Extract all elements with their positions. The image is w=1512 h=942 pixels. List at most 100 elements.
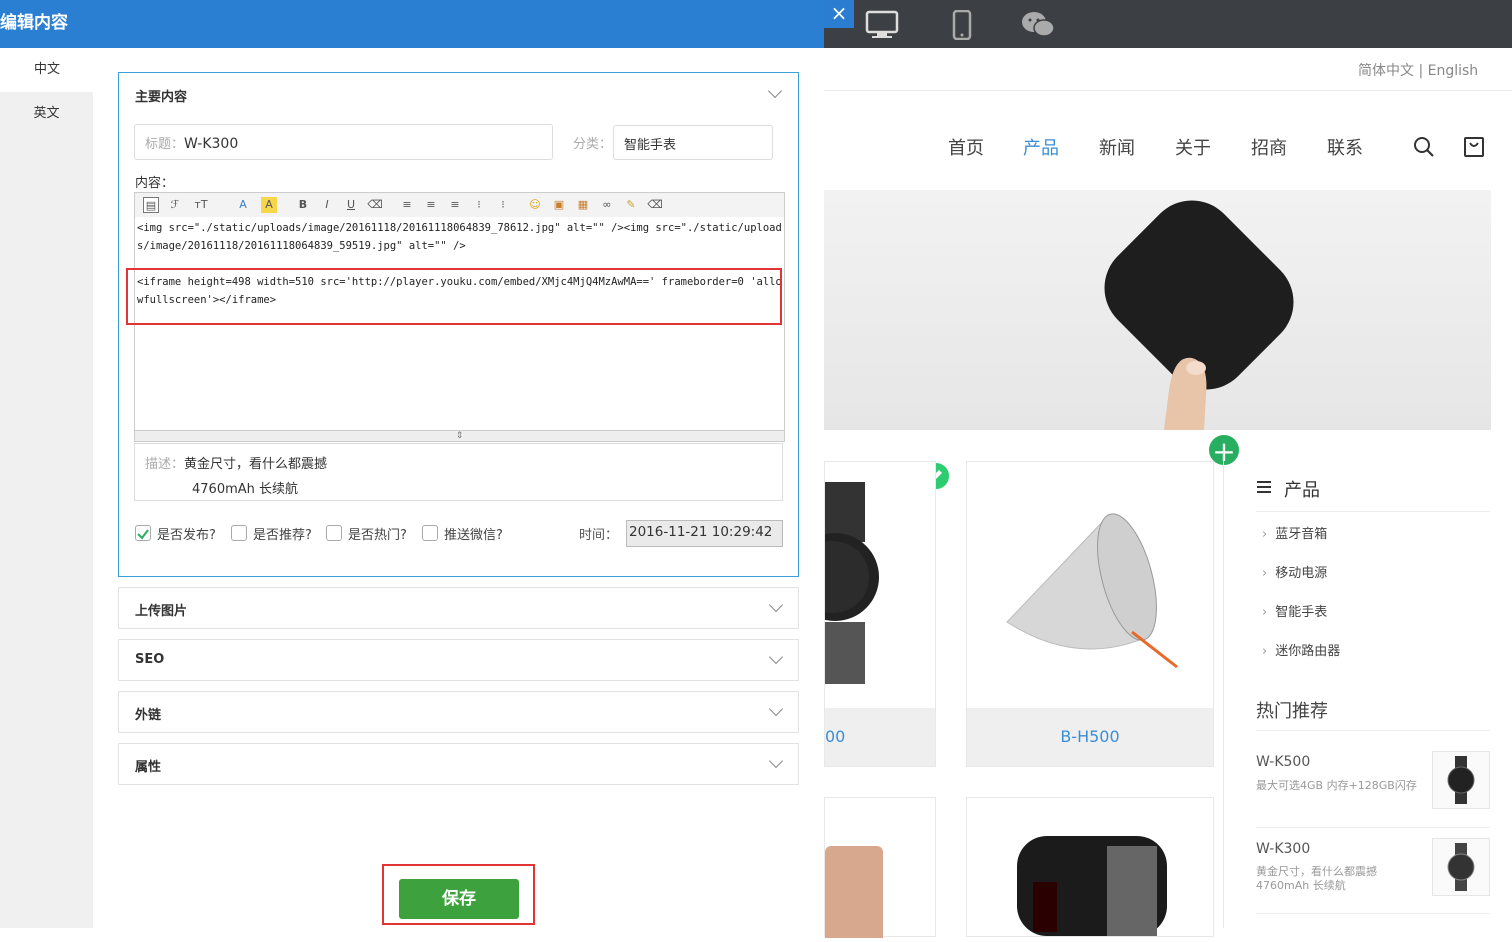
- eraser-icon[interactable]: ⌫: [367, 197, 383, 213]
- section-title: SEO: [135, 652, 165, 667]
- highlight-icon[interactable]: A: [261, 197, 277, 213]
- product-box-image: [1104, 200, 1294, 430]
- panel-title: 编辑内容: [0, 0, 824, 48]
- product-card[interactable]: [966, 797, 1214, 937]
- chevron-down-icon: [768, 597, 784, 613]
- wechat-checkbox[interactable]: [422, 525, 438, 541]
- menu-icon: [1257, 481, 1271, 493]
- nav-contact[interactable]: 联系: [1327, 134, 1363, 160]
- chevron-down-icon: [768, 753, 784, 769]
- publish-checkbox[interactable]: [135, 525, 151, 541]
- chevron-down-icon: [768, 649, 784, 665]
- divider: [824, 90, 1512, 91]
- font-color-icon[interactable]: A: [235, 197, 251, 213]
- highlight-box: [382, 864, 535, 925]
- hot-label: 是否热门?: [348, 528, 407, 543]
- template-icon[interactable]: ✎: [623, 197, 639, 213]
- recommend-checkbox[interactable]: [231, 525, 247, 541]
- ordered-list-icon[interactable]: ⁝: [471, 197, 487, 213]
- category-item[interactable]: › 迷你路由器: [1262, 640, 1340, 659]
- italic-icon[interactable]: I: [319, 197, 335, 213]
- product-card[interactable]: 00: [791, 461, 936, 767]
- category-item[interactable]: › 移动电源: [1262, 562, 1327, 581]
- category-label: 分类：: [573, 137, 613, 152]
- publish-label: 是否发布?: [157, 528, 216, 543]
- time-input[interactable]: 2016-11-21 10:29:42: [626, 520, 783, 547]
- underline-icon[interactable]: U: [343, 197, 359, 213]
- title-field[interactable]: 标题：W-K300: [134, 124, 553, 160]
- time-label: 时间：: [579, 528, 619, 543]
- align-center-icon[interactable]: ≡: [423, 197, 439, 213]
- desktop-icon[interactable]: [864, 10, 900, 40]
- watch-image: [791, 482, 879, 684]
- section-title: 上传图片: [135, 604, 188, 619]
- align-right-icon[interactable]: ≡: [447, 197, 463, 213]
- divider: [1223, 448, 1224, 928]
- wechat-label: 推送微信?: [444, 528, 503, 543]
- nav-home[interactable]: 首页: [948, 134, 984, 160]
- link-icon[interactable]: ∞: [599, 197, 615, 213]
- nav-about[interactable]: 关于: [1175, 134, 1211, 160]
- recommend-label: 是否推荐?: [253, 528, 312, 543]
- editor-toolbar: ▤ ℱ тT A A B I U ⌫ ≡ ≡ ≡ ⁝ ⁝ ☺ ▣ ▦ ∞ ✎ ⌫: [134, 192, 785, 218]
- chevron-down-icon: [768, 701, 784, 717]
- multi-image-icon[interactable]: ▦: [575, 197, 591, 213]
- section-upload-images[interactable]: 上传图片: [118, 587, 799, 629]
- resize-handle[interactable]: ⇕: [134, 430, 785, 442]
- language-switch[interactable]: 简体中文 | English: [1358, 60, 1478, 80]
- product-card[interactable]: B-H500: [966, 461, 1214, 767]
- section-title: 外链: [135, 708, 162, 723]
- highlight-box: [126, 268, 782, 325]
- bold-icon[interactable]: B: [295, 197, 311, 213]
- preview-toolbar: [824, 0, 1512, 48]
- hot-item-desc: 最大可选4GB 内存+128GB闪存: [1256, 779, 1417, 792]
- section-title[interactable]: 主要内容: [135, 86, 187, 105]
- band-image: [1017, 836, 1167, 936]
- hot-item-name[interactable]: W-K300: [1256, 841, 1310, 857]
- section-title: 属性: [135, 760, 162, 775]
- category-item[interactable]: › 智能手表: [1262, 601, 1327, 620]
- wechat-icon[interactable]: [1020, 10, 1056, 40]
- font-family-icon[interactable]: ℱ: [167, 197, 183, 213]
- nav-join[interactable]: 招商: [1251, 134, 1287, 160]
- emoji-icon[interactable]: ☺: [527, 197, 543, 213]
- speaker-image: [1006, 513, 1178, 669]
- hot-title: 热门推荐: [1256, 701, 1328, 722]
- search-icon[interactable]: [1412, 135, 1436, 159]
- section-seo[interactable]: SEO: [118, 639, 799, 681]
- language-tabs: 中文 英文: [0, 48, 94, 928]
- nav-news[interactable]: 新闻: [1099, 134, 1135, 160]
- hot-item-desc: 黄金尺寸，看什么都震撼 4760mAh 长续航: [1256, 865, 1377, 892]
- align-left-icon[interactable]: ≡: [399, 197, 415, 213]
- category-select[interactable]: 智能手表: [613, 125, 773, 160]
- cart-icon[interactable]: [1463, 134, 1485, 158]
- code-img-line: <img src="./static/uploads/image/2016111…: [137, 222, 782, 252]
- hot-checkbox[interactable]: [326, 525, 342, 541]
- mobile-icon[interactable]: [944, 10, 980, 40]
- product-card[interactable]: [824, 797, 936, 942]
- close-icon[interactable]: ×: [824, 0, 854, 28]
- sidebar-title: 产品: [1284, 480, 1320, 501]
- divider: [1256, 511, 1490, 512]
- tab-english[interactable]: 英文: [0, 92, 93, 136]
- divider: [1256, 827, 1490, 828]
- hot-item-name[interactable]: W-K500: [1256, 754, 1310, 770]
- description-field[interactable]: 描述：黄金尺寸，看什么都震撼 4760mAh 长续航: [134, 443, 783, 501]
- divider: [1256, 730, 1490, 731]
- tab-chinese[interactable]: 中文: [0, 48, 94, 92]
- category-item[interactable]: › 蓝牙音箱: [1262, 523, 1327, 542]
- divider: [1256, 913, 1490, 914]
- image-icon[interactable]: ▣: [551, 197, 567, 213]
- nav-products[interactable]: 产品: [1023, 134, 1059, 160]
- section-attributes[interactable]: 属性: [118, 743, 799, 785]
- hot-item-thumb[interactable]: [1432, 751, 1490, 809]
- source-icon[interactable]: ▤: [143, 197, 159, 213]
- banner-image: [824, 190, 1491, 430]
- content-label: 内容：: [135, 176, 175, 191]
- clear-format-icon[interactable]: ⌫: [647, 197, 663, 213]
- font-size-icon[interactable]: тT: [193, 197, 209, 213]
- hot-item-thumb[interactable]: [1432, 838, 1490, 896]
- unordered-list-icon[interactable]: ⁝: [495, 197, 511, 213]
- product-card-name: 00: [825, 708, 935, 766]
- section-external-link[interactable]: 外链: [118, 691, 799, 733]
